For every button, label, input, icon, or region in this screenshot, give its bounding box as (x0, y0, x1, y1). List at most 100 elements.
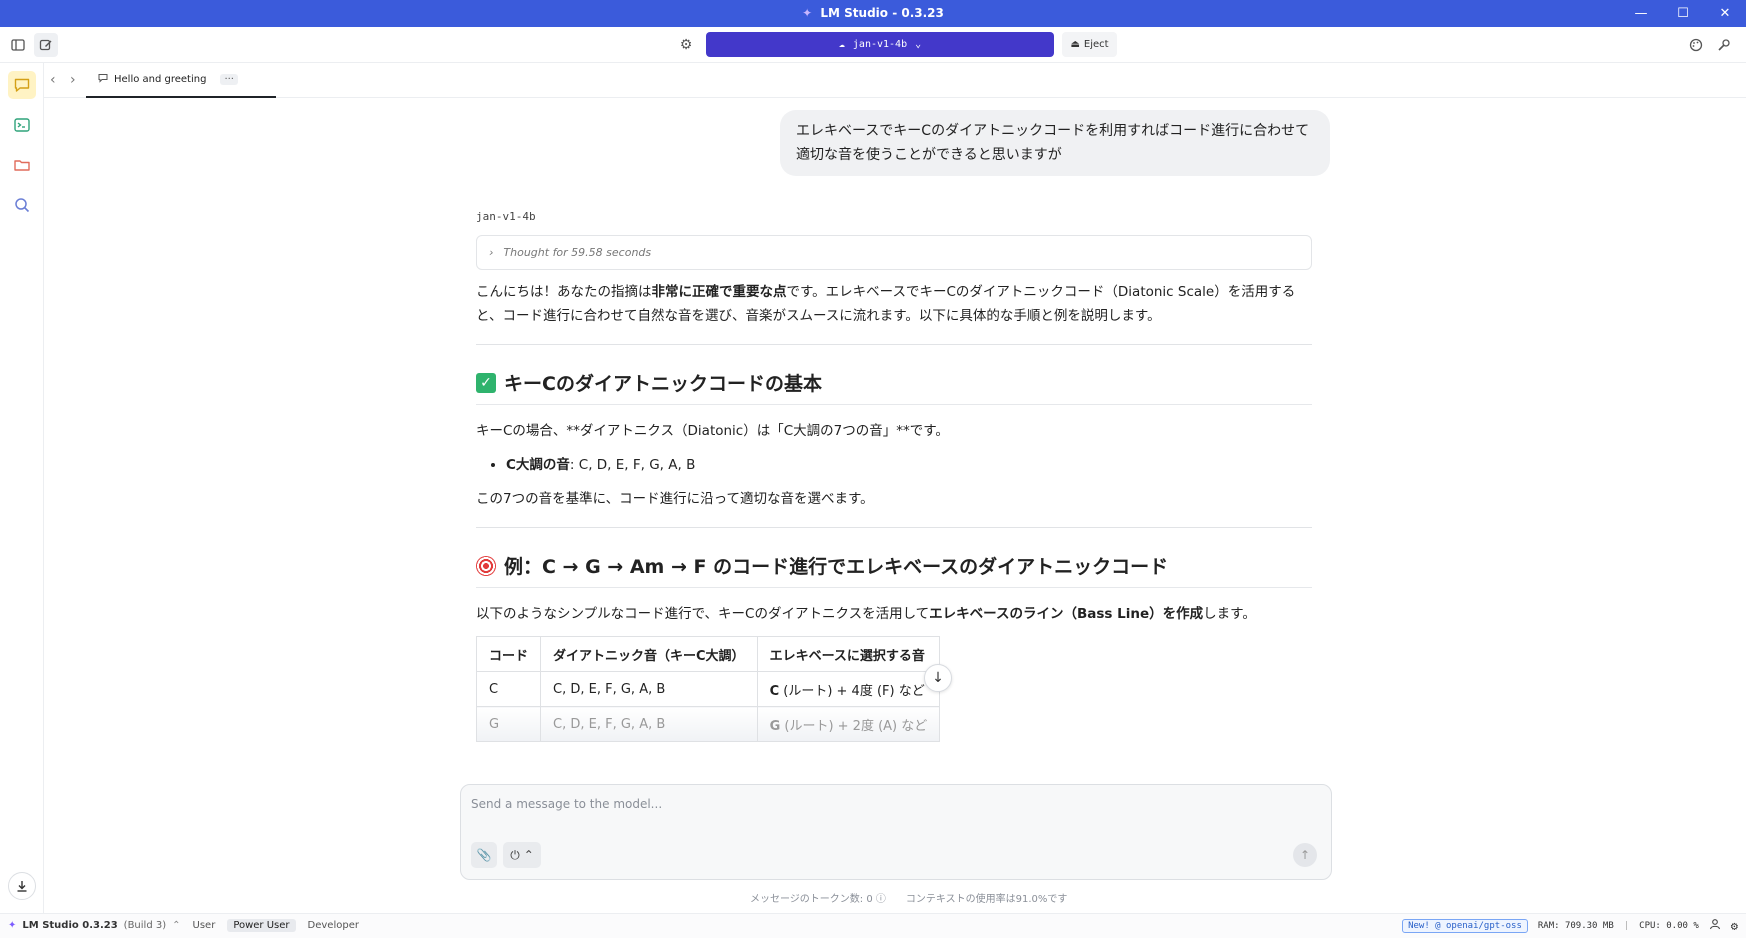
context-usage: コンテキストの使用率は91.0%です (905, 894, 1068, 905)
table-cell: G (ルート) + 2度 (A) など (756, 706, 941, 742)
chat-nav-icon[interactable] (8, 71, 36, 99)
token-info: メッセージのトークン数: 0 ⓘ コンテキストの使用率は91.0%です (750, 890, 1067, 905)
status-left: ✦ LM Studio 0.3.23 (Build 3) ⌃ User Powe… (8, 919, 365, 932)
terminal-nav-icon[interactable] (8, 111, 36, 139)
mode-power-user-button[interactable]: Power User (227, 919, 296, 932)
chord-table: コード ダイアトニック音（キーC大調） エレキベースに選択する音 C C, D,… (475, 636, 941, 742)
notes-list: C大調の音: C, D, E, F, G, A, B (506, 453, 1312, 477)
window-title-text: LM Studio - 0.3.23 (820, 6, 944, 20)
table-cell: C, D, E, F, G, A, B (540, 706, 758, 742)
table-cell: C, D, E, F, G, A, B (540, 671, 758, 707)
mode-user-button[interactable]: User (187, 919, 222, 932)
eject-icon: ⏏ (1070, 39, 1080, 50)
tab-more-options-button[interactable]: ··· (220, 74, 238, 85)
wrench-icon[interactable] (1712, 33, 1736, 57)
table-header-row: コード ダイアトニック音（キーC大調） エレキベースに選択する音 (475, 636, 941, 672)
table-header: コード (475, 636, 542, 672)
status-right: New! @ openai/gpt-oss RAM: 709.30 MB | C… (1402, 918, 1738, 933)
chevron-up-icon[interactable]: ⌃ (172, 920, 180, 931)
thought-toggle[interactable]: › Thought for 59.58 seconds (476, 235, 1312, 270)
table-cell: C (475, 671, 542, 707)
back-arrow-icon[interactable]: ‹ (50, 72, 56, 88)
section1-paragraph: キーCの場合、**ダイアトニクス（Diatonic）は「C大調の7つの音」**で… (476, 423, 949, 439)
intro-bold: 非常に正確で重要な点 (651, 284, 787, 300)
close-icon[interactable]: ✕ (1704, 0, 1746, 27)
settings-gear-icon[interactable]: ⚙ (1731, 919, 1738, 933)
assistant-message: jan-v1-4b › Thought for 59.58 seconds こん… (475, 210, 1312, 742)
sidebar-toggle-icon[interactable] (6, 33, 30, 57)
status-divider: | (1623, 920, 1630, 931)
arrow-up-icon: ↑ (1299, 848, 1311, 862)
table-cell-rest: (ルート) + 4度 (F) など (779, 683, 925, 699)
section-heading-basics: ✓ キーCのダイアトニックコードの基本 (476, 369, 1312, 405)
message-input[interactable] (471, 793, 1311, 815)
lm-studio-small-logo-icon: ✦ (8, 920, 17, 931)
left-nav-rail (0, 63, 44, 913)
user-message: エレキベースでキーCのダイアトニックコードを利用すればコード進行に合わせて適切な… (780, 110, 1330, 176)
attach-file-button[interactable]: 📎 (471, 842, 497, 868)
table-row: C C, D, E, F, G, A, B C (ルート) + 4度 (F) な… (475, 671, 941, 707)
send-button[interactable]: ↑ (1293, 843, 1317, 867)
title-bar: ✦ LM Studio - 0.3.23 — ☐ ✕ (0, 0, 1746, 27)
target-icon (476, 555, 496, 576)
chevron-right-icon: › (489, 246, 494, 259)
cpu-usage: CPU: 0.00 % (1639, 920, 1699, 931)
assistant-model-name: jan-v1-4b (476, 210, 536, 223)
arrow-down-icon: ↓ (932, 670, 944, 686)
list-item: C大調の音: C, D, E, F, G, A, B (506, 453, 1312, 477)
divider (476, 527, 1312, 528)
maximize-icon[interactable]: ☐ (1662, 0, 1704, 27)
section-heading-example-text: 例：C → G → Am → F のコード進行でエレキベースのダイアトニックコー… (504, 556, 1169, 578)
ram-usage: RAM: 709.30 MB (1537, 920, 1614, 931)
forward-arrow-icon[interactable]: › (70, 72, 76, 88)
mode-developer-button[interactable]: Developer (302, 919, 365, 932)
app-version: LM Studio 0.3.23 (22, 920, 118, 931)
chat-tab-title: Hello and greeting (114, 74, 207, 85)
search-nav-icon[interactable] (8, 191, 36, 219)
intro-paragraph: こんにちは！あなたの指摘は非常に正確で重要な点です。エレキベースでキーCのダイア… (476, 280, 1312, 328)
section2-suffix: します。 (1203, 606, 1256, 622)
intro-prefix: こんにちは！あなたの指摘は (476, 284, 652, 300)
check-mark-icon: ✓ (476, 372, 496, 393)
chat-tab-bar: ‹ › Hello and greeting ··· (44, 63, 1746, 98)
section1-after-paragraph: この7つの音を基準に、コード進行に沿って適切な音を選べます。 (476, 491, 874, 507)
section-heading-example: 例：C → G → Am → F のコード進行でエレキベースのダイアトニックコー… (476, 552, 1312, 588)
plug-icon: ⏻ (510, 847, 520, 862)
token-count: メッセージのトークン数: 0 ⓘ (750, 890, 886, 905)
status-bar: ✦ LM Studio 0.3.23 (Build 3) ⌃ User Powe… (0, 913, 1746, 938)
minimize-icon[interactable]: — (1620, 0, 1662, 27)
table-cell: C (ルート) + 4度 (F) など (756, 671, 941, 707)
eject-label: Eject (1083, 39, 1109, 50)
model-cloud-icon: ☁ (838, 39, 845, 50)
window-title: ✦ LM Studio - 0.3.23 (0, 6, 1746, 20)
folder-nav-icon[interactable] (8, 151, 36, 179)
chevron-up-icon: ⌃ (523, 848, 534, 862)
palette-icon[interactable] (1684, 33, 1708, 57)
token-count-text: メッセージのトークン数: 0 (750, 894, 873, 905)
table-cell-bold: G (769, 718, 781, 734)
eject-button[interactable]: ⏏ Eject (1062, 32, 1117, 57)
table-header: ダイアトニック音（キーC大調） (540, 636, 758, 672)
model-settings-gear-icon[interactable]: ⚙ (674, 33, 698, 57)
download-icon[interactable] (8, 872, 36, 900)
table-cell: G (475, 706, 542, 742)
new-chat-icon[interactable] (34, 33, 58, 57)
model-selector-button[interactable]: ☁ jan-v1-4b ⌄ (706, 32, 1054, 57)
table-row: G C, D, E, F, G, A, B G (ルート) + 2度 (A) な… (475, 706, 941, 742)
bullet-value: : C, D, E, F, G, A, B (569, 457, 696, 473)
build-label: (Build 3) (123, 920, 167, 931)
paperclip-icon: 📎 (476, 848, 492, 862)
chat-messages: エレキベースでキーCのダイアトニックコードを利用すればコード進行に合わせて適切な… (44, 98, 1724, 768)
plugins-button[interactable]: ⏻ ⌃ (503, 842, 541, 868)
table-cell-bold: C (769, 683, 780, 699)
new-model-badge[interactable]: New! @ openai/gpt-oss (1402, 918, 1528, 933)
top-toolbar: ⚙ ☁ jan-v1-4b ⌄ ⏏ Eject (0, 27, 1746, 63)
thought-label: Thought for 59.58 seconds (503, 246, 652, 259)
chat-tab-hello[interactable]: Hello and greeting ··· (86, 63, 276, 98)
help-icon[interactable]: ⓘ (876, 894, 886, 905)
bullet-label: C大調の音 (506, 457, 570, 473)
chevron-down-icon: ⌄ (915, 39, 922, 50)
section-heading-basics-text: キーCのダイアトニックコードの基本 (504, 373, 822, 395)
user-icon[interactable] (1709, 918, 1721, 933)
scroll-to-bottom-button[interactable]: ↓ (924, 664, 952, 692)
